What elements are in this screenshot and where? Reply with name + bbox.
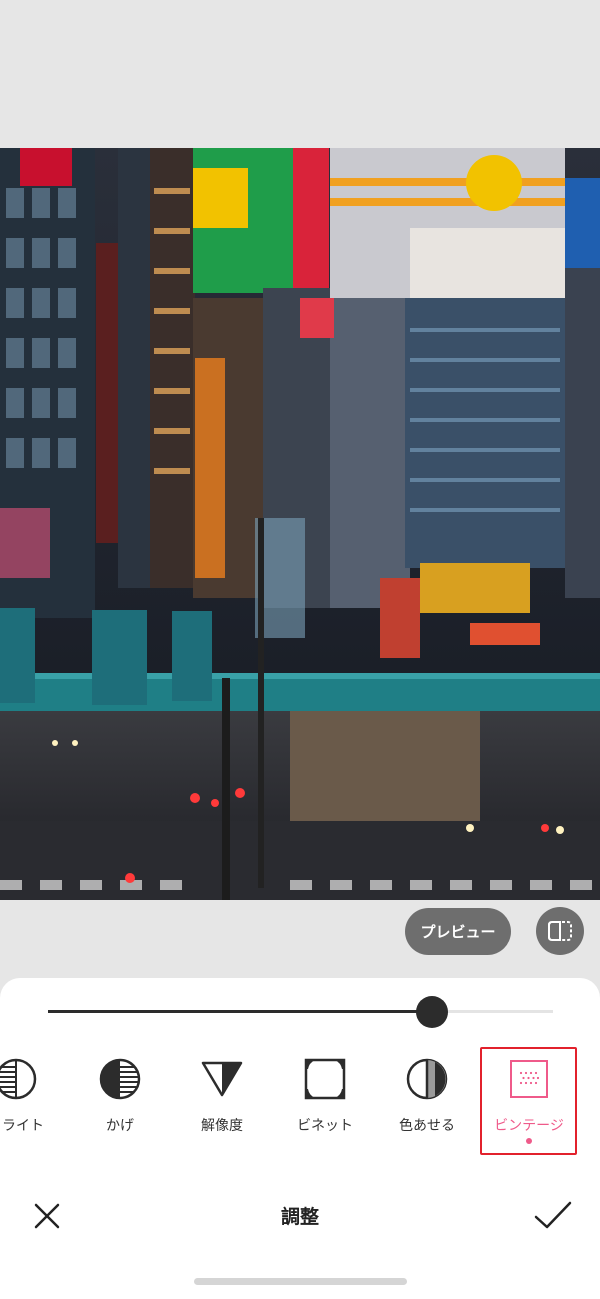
tool-label: かげ bbox=[106, 1118, 134, 1134]
panel-title: 調整 bbox=[280, 1206, 319, 1228]
vignette-icon bbox=[304, 1058, 346, 1100]
highlight-icon bbox=[0, 1058, 37, 1100]
tool-vignette[interactable]: ビネット bbox=[275, 1050, 375, 1150]
tool-label: 色あせる bbox=[399, 1118, 455, 1134]
compare-button[interactable] bbox=[536, 907, 584, 955]
apply-button[interactable] bbox=[532, 1199, 574, 1233]
cancel-button[interactable] bbox=[30, 1199, 64, 1233]
tool-label: 解像度 bbox=[201, 1118, 243, 1134]
tool-label: イライト bbox=[0, 1118, 44, 1134]
tool-highlight[interactable]: イライト bbox=[0, 1050, 66, 1150]
fade-icon bbox=[406, 1058, 448, 1100]
tool-fade[interactable]: 色あせる bbox=[377, 1050, 477, 1150]
home-indicator bbox=[194, 1278, 407, 1285]
tool-shadow[interactable]: かげ bbox=[70, 1050, 170, 1150]
edited-photo bbox=[0, 148, 600, 900]
active-indicator-dot bbox=[526, 1138, 532, 1144]
tool-sharpness[interactable]: 解像度 bbox=[172, 1050, 272, 1150]
tool-label: ビネット bbox=[297, 1118, 353, 1134]
intensity-slider-thumb[interactable] bbox=[415, 996, 448, 1028]
check-icon bbox=[534, 1201, 572, 1229]
sharpness-icon bbox=[201, 1061, 243, 1097]
intensity-slider-fill bbox=[48, 1010, 432, 1013]
close-icon bbox=[34, 1203, 60, 1229]
shadow-icon bbox=[99, 1058, 141, 1100]
compare-icon bbox=[548, 921, 572, 941]
preview-button[interactable]: プレビュー bbox=[405, 908, 511, 955]
city-street-photo bbox=[0, 148, 600, 900]
